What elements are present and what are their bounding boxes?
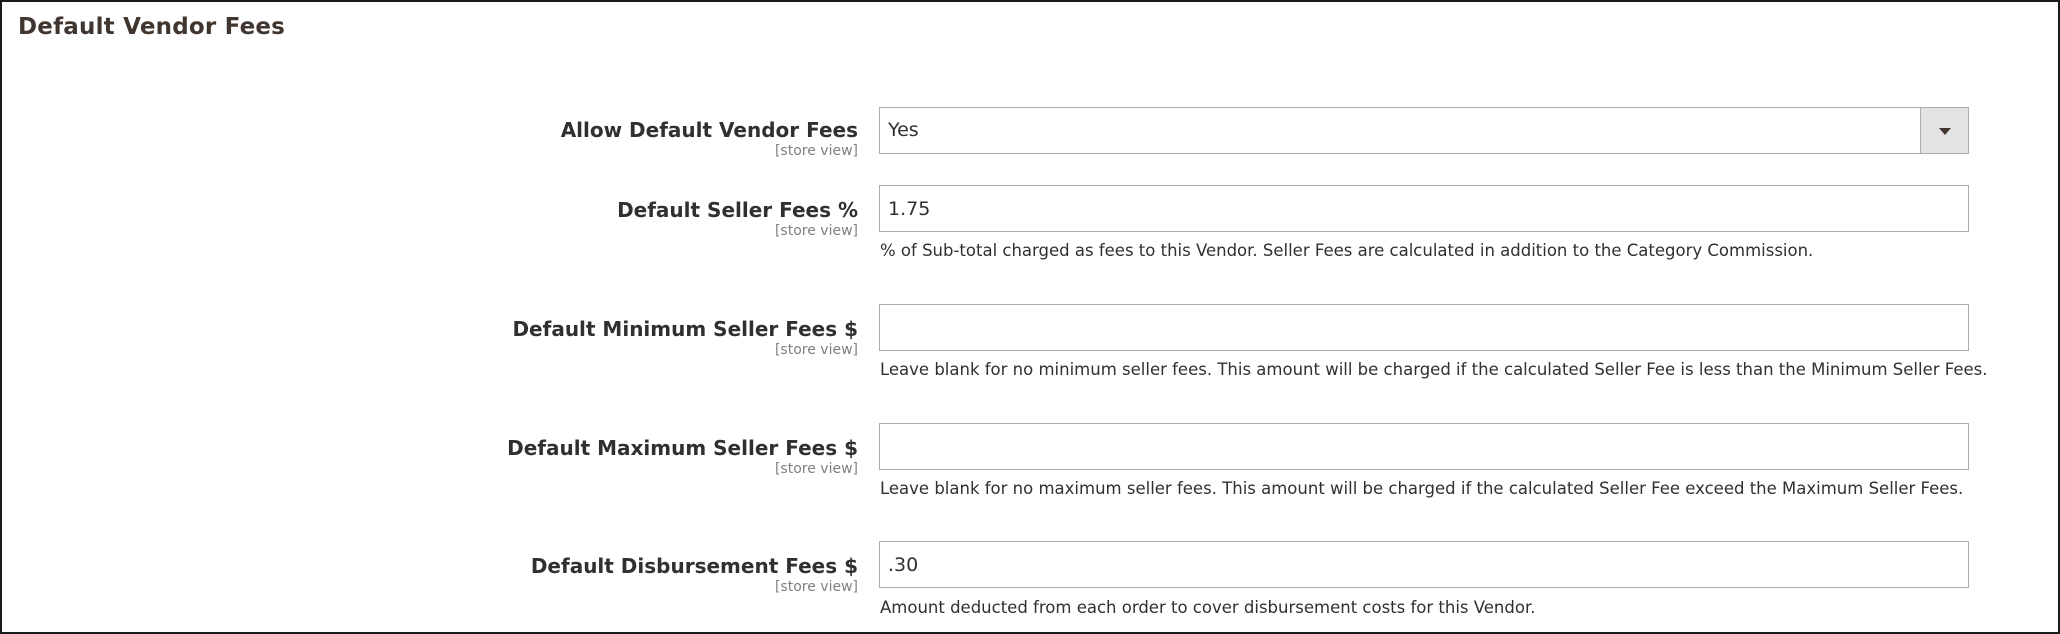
default-maximum-seller-fees-input[interactable] xyxy=(880,424,1968,469)
default-disbursement-fees-note: Amount deducted from each order to cover… xyxy=(880,598,1536,617)
scope-label: [store view] xyxy=(774,342,858,358)
default-disbursement-fees-input[interactable] xyxy=(880,542,1968,587)
field-label-group: Default Disbursement Fees $ [store view] xyxy=(531,553,858,595)
allow-default-vendor-fees-select[interactable]: Yes xyxy=(879,107,1969,154)
field-label-group: Allow Default Vendor Fees [store view] xyxy=(561,117,858,159)
default-minimum-seller-fees-field[interactable] xyxy=(879,304,1969,351)
field-label-group: Default Seller Fees % [store view] xyxy=(617,197,858,239)
scope-label: [store view] xyxy=(774,223,858,239)
scope-label: [store view] xyxy=(774,143,858,159)
default-maximum-seller-fees-label: Default Maximum Seller Fees $ xyxy=(507,436,858,460)
allow-default-vendor-fees-label: Allow Default Vendor Fees xyxy=(560,118,858,142)
config-section: Default Vendor Fees Allow Default Vendor… xyxy=(0,0,2060,634)
default-minimum-seller-fees-note: Leave blank for no minimum seller fees. … xyxy=(880,360,1988,379)
scope-label: [store view] xyxy=(774,579,858,595)
default-seller-fees-label: Default Seller Fees % xyxy=(617,198,858,222)
default-minimum-seller-fees-input[interactable] xyxy=(880,305,1968,350)
default-minimum-seller-fees-label: Default Minimum Seller Fees $ xyxy=(512,317,858,341)
default-seller-fees-field[interactable] xyxy=(879,185,1969,232)
section-title[interactable]: Default Vendor Fees xyxy=(18,14,285,40)
select-value: Yes xyxy=(888,119,919,141)
chevron-down-icon xyxy=(1938,127,1951,135)
default-disbursement-fees-field[interactable] xyxy=(879,541,1969,588)
default-maximum-seller-fees-field[interactable] xyxy=(879,423,1969,470)
default-maximum-seller-fees-note: Leave blank for no maximum seller fees. … xyxy=(880,479,1964,498)
field-label-group: Default Maximum Seller Fees $ [store vie… xyxy=(507,435,858,477)
default-disbursement-fees-label: Default Disbursement Fees $ xyxy=(530,554,858,578)
select-toggle[interactable] xyxy=(1920,108,1968,153)
scope-label: [store view] xyxy=(774,461,858,477)
default-seller-fees-note: % of Sub-total charged as fees to this V… xyxy=(880,241,1814,260)
field-label-group: Default Minimum Seller Fees $ [store vie… xyxy=(512,316,858,358)
default-seller-fees-input[interactable] xyxy=(880,186,1968,231)
